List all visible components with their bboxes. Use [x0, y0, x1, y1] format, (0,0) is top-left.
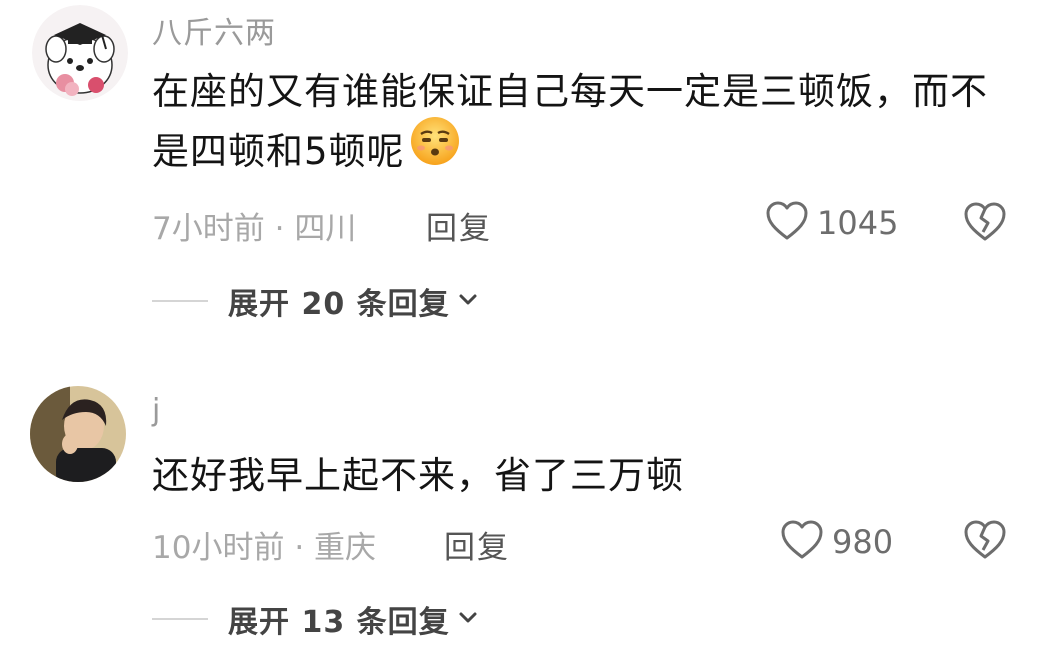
broken-heart-icon [963, 520, 1007, 565]
location: 四川 [294, 211, 357, 247]
username[interactable]: 八斤六两 [152, 8, 276, 52]
location: 重庆 [314, 530, 377, 566]
dislike-button[interactable] [963, 519, 1007, 565]
comment-text: 还好我早上起不来，省了三万顿 [152, 454, 684, 497]
comment-text-body: 在座的又有谁能保证自己每天一定是三顿饭，而不是四顿和5顿呢 [152, 70, 988, 173]
broken-heart-icon [963, 202, 1007, 247]
username[interactable]: j [152, 393, 161, 428]
expand-replies[interactable]: 展开 13 条回复 [152, 597, 478, 641]
expand-replies[interactable]: 展开 20 条回复 [152, 279, 478, 323]
meta-separator: · [294, 530, 305, 566]
avatar-dog-image [32, 5, 128, 101]
like-count: 1045 [817, 204, 899, 242]
reply-button[interactable]: 回复 [426, 203, 492, 248]
timestamp: 7小时前 [152, 211, 265, 247]
comment-meta: 10小时前 · 重庆 [152, 522, 376, 567]
heart-icon [765, 200, 809, 246]
avatar-photo-image [30, 386, 126, 482]
avatar[interactable] [32, 5, 128, 101]
expand-replies-label: 展开 20 条回复 [228, 287, 450, 322]
dislike-button[interactable] [963, 201, 1007, 247]
divider-line [152, 300, 208, 302]
meta-separator: · [274, 211, 285, 247]
heart-icon [780, 519, 824, 565]
comment-text: 在座的又有谁能保证自己每天一定是三顿饭，而不是四顿和5顿呢 [152, 62, 1012, 185]
avatar[interactable] [30, 386, 126, 482]
reply-button[interactable]: 回复 [444, 522, 510, 567]
chevron-down-icon [458, 610, 478, 629]
timestamp: 10小时前 [152, 530, 285, 566]
like-button[interactable]: 980 [780, 519, 893, 565]
chevron-down-icon [458, 292, 478, 311]
like-button[interactable]: 1045 [765, 200, 898, 246]
comment-meta: 7小时前 · 四川 [152, 203, 356, 248]
expand-replies-label: 展开 13 条回复 [228, 605, 450, 640]
smirk-face-emoji-icon [409, 115, 461, 185]
like-count: 980 [832, 523, 894, 561]
divider-line [152, 618, 208, 620]
